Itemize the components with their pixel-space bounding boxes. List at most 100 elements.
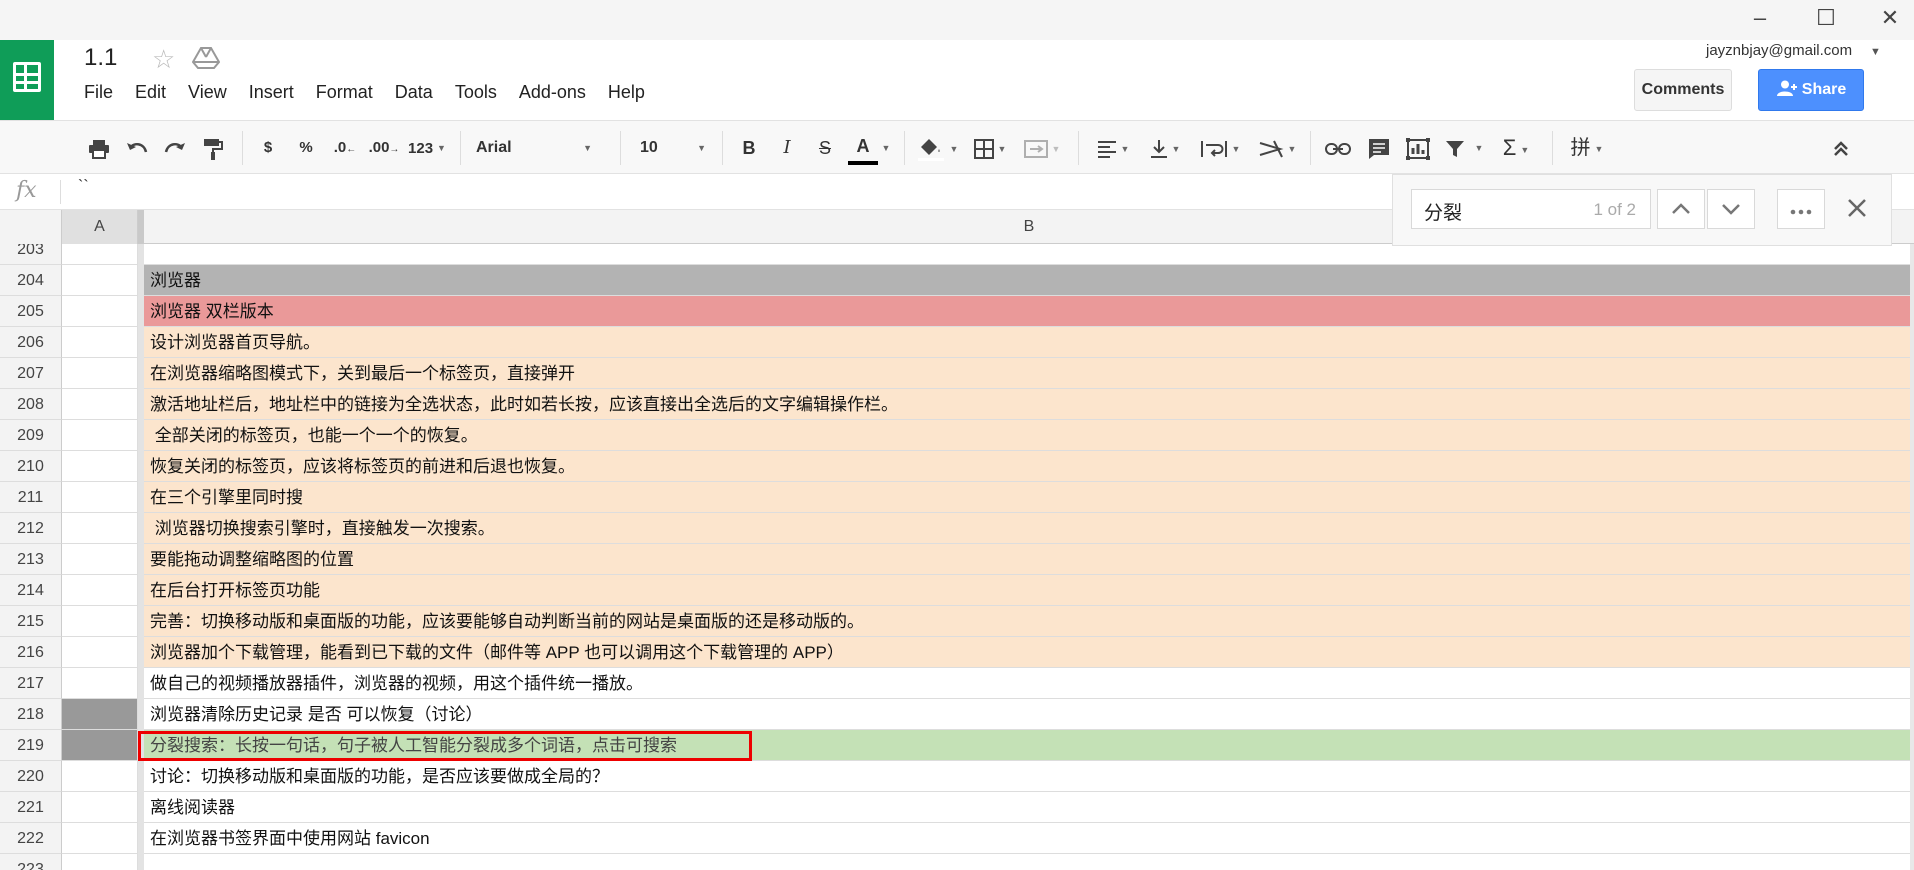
row-number[interactable]: 218 (0, 699, 62, 730)
cell-a[interactable] (62, 482, 138, 513)
cell-a[interactable] (62, 544, 138, 575)
cell-a[interactable] (62, 606, 138, 637)
cell-a[interactable] (62, 358, 138, 389)
menu-view[interactable]: View (188, 82, 227, 103)
find-next-button[interactable] (1707, 189, 1755, 229)
cell-b[interactable]: 在后台打开标签页功能 (144, 575, 1914, 606)
insert-link-icon[interactable] (1322, 133, 1354, 163)
cell-b[interactable]: 在浏览器书签界面中使用网站 favicon (144, 823, 1914, 854)
column-header-a[interactable]: A (62, 210, 138, 244)
menu-data[interactable]: Data (395, 82, 433, 103)
row-number[interactable]: 222 (0, 823, 62, 854)
merge-cells-icon[interactable]: ▼ (1020, 133, 1064, 163)
italic-button[interactable]: I (774, 133, 800, 163)
vertical-align-icon[interactable]: ▼ (1144, 133, 1186, 163)
find-close-icon[interactable] (1839, 193, 1875, 229)
star-icon[interactable]: ☆ (152, 44, 175, 75)
row-number[interactable]: 217 (0, 668, 62, 699)
row-number[interactable]: 207 (0, 358, 62, 389)
cell-b[interactable]: 全部关闭的标签页，也能一个一个的恢复。 (144, 420, 1914, 451)
row-number[interactable]: 213 (0, 544, 62, 575)
row-number[interactable]: 210 (0, 451, 62, 482)
row-number[interactable]: 214 (0, 575, 62, 606)
fill-color-icon[interactable]: ▼ (916, 133, 960, 163)
redo-icon[interactable] (160, 133, 190, 163)
find-options-button[interactable] (1777, 189, 1825, 229)
find-input[interactable]: 分裂 1 of 2 (1411, 189, 1651, 229)
undo-icon[interactable] (122, 133, 152, 163)
cell-b[interactable]: 浏览器切换搜索引擎时，直接触发一次搜索。 (144, 513, 1914, 544)
collapse-toolbar-icon[interactable] (1826, 133, 1856, 163)
row-number[interactable]: 221 (0, 792, 62, 823)
cell-a[interactable] (62, 244, 138, 265)
menu-edit[interactable]: Edit (135, 82, 166, 103)
cell-a[interactable] (62, 265, 138, 296)
cell-b[interactable]: 浏览器加个下载管理，能看到已下载的文件（邮件等 APP 也可以调用这个下载管理的… (144, 637, 1914, 668)
percent-format-button[interactable]: % (292, 133, 320, 163)
cell-a[interactable] (62, 451, 138, 482)
row-number[interactable]: 209 (0, 420, 62, 451)
cell-b[interactable]: 要能拖动调整缩略图的位置 (144, 544, 1914, 575)
cell-b[interactable]: 在浏览器缩略图模式下，关到最后一个标签页，直接弹开 (144, 358, 1914, 389)
cell-a[interactable] (62, 637, 138, 668)
font-family-select[interactable]: Arial ▼ (476, 133, 602, 163)
cell-b[interactable]: 浏览器 (144, 265, 1914, 296)
cell-b[interactable]: 激活地址栏后，地址栏中的链接为全选状态，此时如若长按，应该直接出全选后的文字编辑… (144, 389, 1914, 420)
cell-a[interactable] (62, 699, 138, 730)
row-number[interactable]: 211 (0, 482, 62, 513)
text-wrapping-icon[interactable]: ▼ (1196, 133, 1244, 163)
cell-b[interactable]: 在三个引擎里同时搜 (144, 482, 1914, 513)
row-number[interactable]: 223 (0, 854, 62, 870)
account-dropdown-icon[interactable]: ▼ (1870, 46, 1881, 58)
bold-button[interactable]: B (736, 133, 762, 163)
text-rotation-icon[interactable]: ▼ (1254, 133, 1300, 163)
cell-b[interactable]: 完善：切换移动版和桌面版的功能，应该要能够自动判断当前的网站是桌面版的还是移动版… (144, 606, 1914, 637)
cell-a[interactable] (62, 823, 138, 854)
drive-icon[interactable] (192, 46, 220, 70)
menu-insert[interactable]: Insert (249, 82, 294, 103)
select-all-corner[interactable] (0, 210, 62, 244)
formula-input[interactable]: `` (78, 178, 89, 196)
print-icon[interactable] (84, 133, 114, 163)
cell-b[interactable]: 做自己的视频播放器插件，浏览器的视频，用这个插件统一播放。 (144, 668, 1914, 699)
cell-b[interactable]: 设计浏览器首页导航。 (144, 327, 1914, 358)
row-number[interactable]: 219 (0, 730, 62, 761)
document-title[interactable]: 1.1 (84, 44, 117, 72)
menu-format[interactable]: Format (316, 82, 373, 103)
row-number[interactable]: 206 (0, 327, 62, 358)
filter-dropdown-icon[interactable]: ▼ (1470, 133, 1488, 163)
more-formats-button[interactable]: 123 ▼ (404, 133, 450, 163)
cell-a[interactable] (62, 854, 138, 870)
sheets-logo-icon[interactable] (0, 40, 54, 120)
close-window-icon[interactable]: ✕ (1870, 4, 1910, 32)
cell-b[interactable] (144, 244, 1914, 265)
cell-a[interactable] (62, 730, 138, 761)
input-tools-button[interactable]: 拼 ▼ (1562, 133, 1612, 163)
minimize-icon[interactable]: – (1740, 4, 1780, 32)
increase-decimal-button[interactable]: .00→ (366, 133, 402, 163)
cell-a[interactable] (62, 761, 138, 792)
borders-icon[interactable]: ▼ (968, 133, 1012, 163)
menu-tools[interactable]: Tools (455, 82, 497, 103)
decrease-decimal-button[interactable]: .0← (330, 133, 360, 163)
row-number[interactable]: 203 (0, 244, 62, 265)
menu-addons[interactable]: Add-ons (519, 82, 586, 103)
insert-chart-icon[interactable] (1402, 133, 1434, 163)
maximize-icon[interactable]: ☐ (1806, 4, 1846, 32)
menu-file[interactable]: File (84, 82, 113, 103)
paint-format-icon[interactable] (198, 133, 228, 163)
filter-icon[interactable] (1440, 133, 1470, 163)
row-number[interactable]: 215 (0, 606, 62, 637)
cell-a[interactable] (62, 296, 138, 327)
row-number[interactable]: 204 (0, 265, 62, 296)
font-size-select[interactable]: 10 ▼ (640, 133, 710, 163)
cell-a[interactable] (62, 792, 138, 823)
text-color-dropdown-icon[interactable]: ▼ (880, 133, 892, 163)
menu-help[interactable]: Help (608, 82, 645, 103)
row-number[interactable]: 216 (0, 637, 62, 668)
row-number[interactable]: 212 (0, 513, 62, 544)
account-email[interactable]: jayznbjay@gmail.com (1706, 42, 1852, 59)
cell-b[interactable]: 讨论：切换移动版和桌面版的功能，是否应该要做成全局的？ (144, 761, 1914, 792)
functions-button[interactable]: Σ ▼ (1494, 133, 1538, 163)
cell-b[interactable] (144, 854, 1914, 870)
